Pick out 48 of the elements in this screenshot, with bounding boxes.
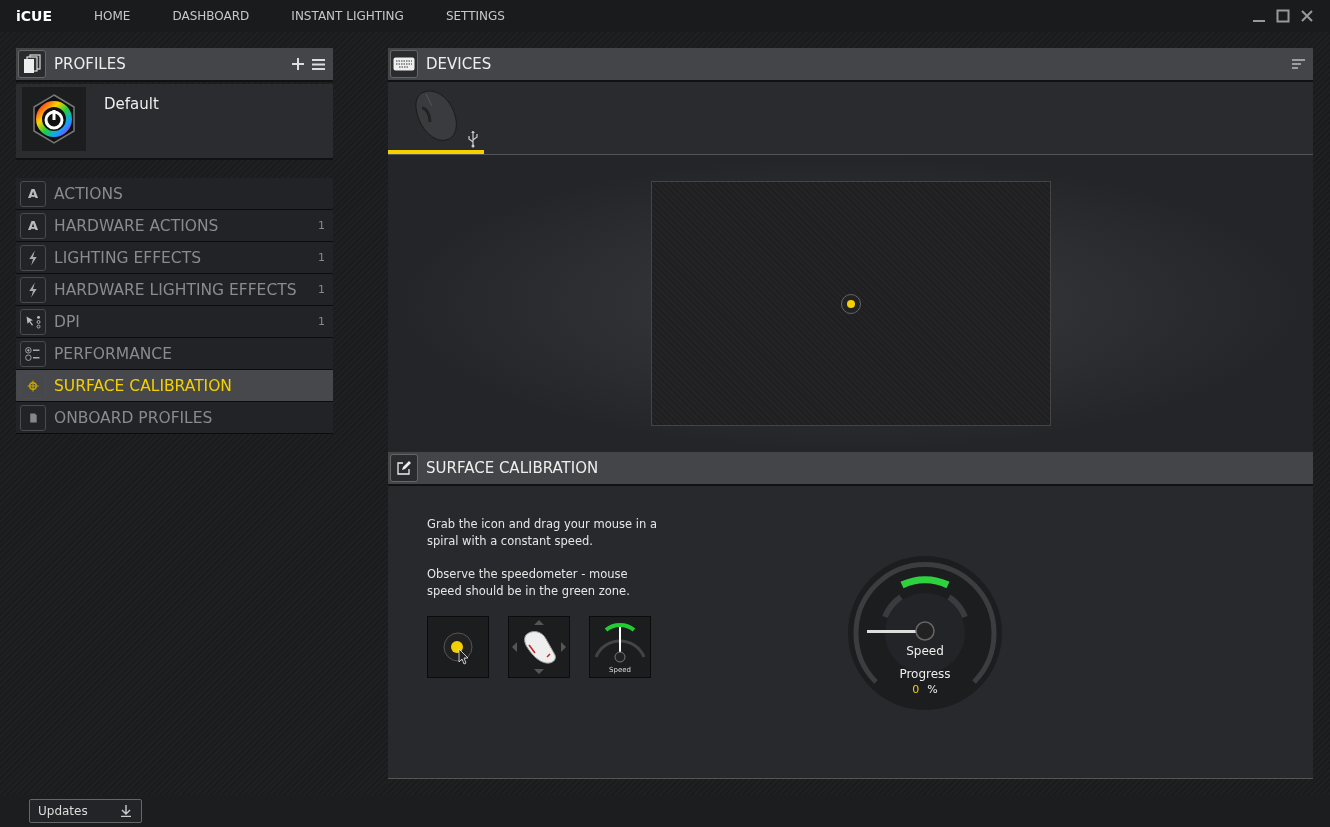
download-icon [121, 805, 131, 817]
lightning-icon [20, 276, 46, 303]
menu-icon[interactable] [1292, 59, 1305, 69]
lightning-icon [20, 244, 46, 271]
progress-value: 0 [912, 683, 920, 696]
cursor-dots-icon [20, 308, 46, 335]
edit-icon [390, 454, 418, 482]
profiles-icon [18, 50, 46, 78]
memory-card-icon [20, 404, 46, 431]
sidebar-item[interactable]: DPI 1 [16, 306, 333, 338]
sidebar-item[interactable]: PERFORMANCE [16, 338, 333, 370]
item-count: 1 [318, 315, 325, 328]
speed-label: Speed [906, 644, 944, 658]
profile-row[interactable]: Default [16, 84, 333, 160]
maximize-icon[interactable] [1276, 9, 1290, 23]
item-count: 1 [318, 251, 325, 264]
sidebar-item[interactable]: A ACTIONS [16, 178, 333, 210]
profile-logo-icon [22, 87, 86, 151]
letter-icon: A [20, 180, 46, 207]
app-logo: iCUE [16, 8, 52, 24]
nav-tab[interactable]: DASHBOARD [166, 9, 270, 23]
item-count: 1 [318, 283, 325, 296]
item-count: 1 [318, 219, 325, 232]
nav-tab[interactable]: INSTANT LIGHTING [285, 9, 424, 23]
options-icon [20, 340, 46, 367]
nav-tab[interactable]: SETTINGS [439, 9, 525, 23]
add-icon[interactable] [292, 58, 304, 70]
nav-tab[interactable]: HOME [88, 9, 151, 23]
sidebar-item[interactable]: LIGHTING EFFECTS 1 [16, 242, 333, 274]
profile-name: Default [104, 95, 159, 113]
drag-handle[interactable] [840, 293, 861, 314]
progress-label: Progress [899, 667, 951, 681]
devices-title: DEVICES [426, 55, 492, 73]
calibration-title: SURFACE CALIBRATION [426, 459, 599, 477]
sidebar-item[interactable]: A HARDWARE ACTIONS 1 [16, 210, 333, 242]
progress-unit: % [927, 683, 938, 696]
close-icon[interactable] [1300, 9, 1314, 23]
sidebar-item[interactable]: HARDWARE LIGHTING EFFECTS 1 [16, 274, 333, 306]
menu-icon[interactable] [312, 58, 325, 70]
keyboard-icon [390, 50, 418, 78]
instruction-text: Grab the icon and drag your mouse in a spiral with a constant speed. [427, 516, 657, 550]
letter-icon: A [20, 212, 46, 239]
instruction-text: Observe the speedometer - mouse speed should be in the green zone. [427, 566, 631, 600]
profiles-title: PROFILES [54, 55, 126, 73]
sidebar-item[interactable]: ONBOARD PROFILES [16, 402, 333, 434]
usb-icon [467, 130, 479, 148]
sidebar-item[interactable]: SURFACE CALIBRATION [16, 370, 333, 402]
updates-button[interactable]: Updates [29, 799, 142, 823]
